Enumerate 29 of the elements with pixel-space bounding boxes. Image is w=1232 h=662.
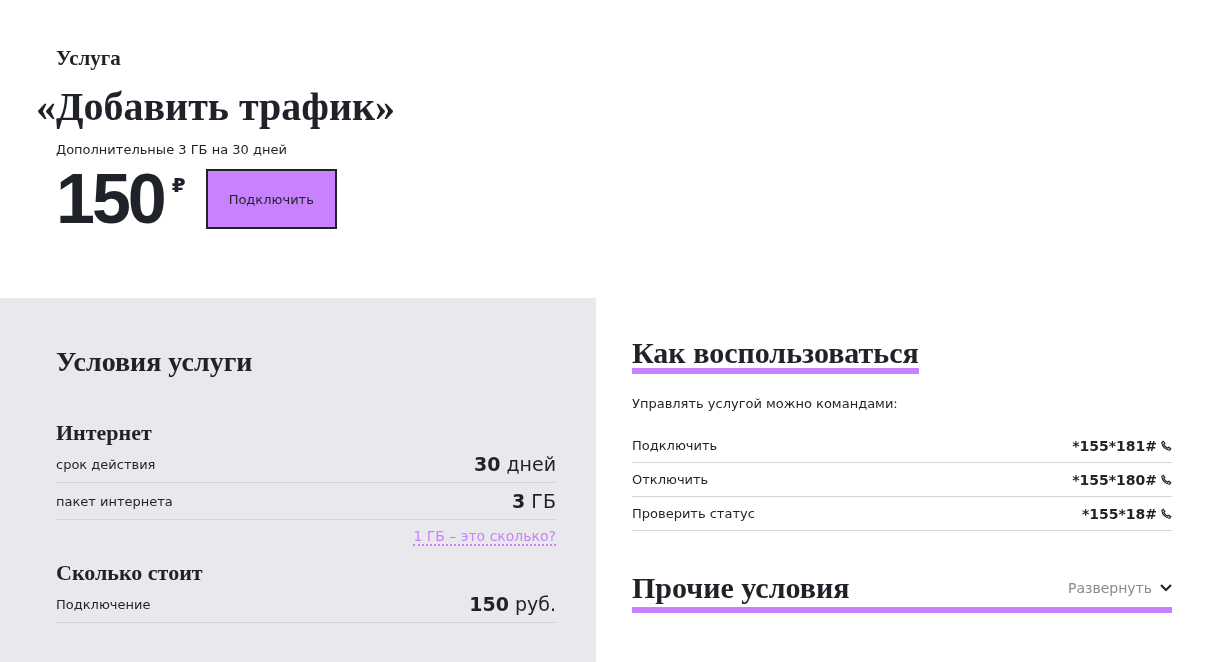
ussd-code: *155*18# (1081, 505, 1157, 522)
other-title: Прочие условия (632, 571, 850, 605)
service-title: «Добавить трафик» (36, 83, 397, 130)
condition-value: 3 ГБ (512, 490, 556, 512)
group-title: Сколько стоит (56, 560, 204, 586)
currency-sign: ₽ (171, 173, 186, 197)
condition-value: 150 руб. (469, 593, 556, 615)
condition-label: Подключение (56, 596, 151, 612)
group-title: Интернет (56, 420, 153, 446)
service-label: Услуга (56, 46, 122, 71)
condition-label: пакет интернета (56, 493, 173, 509)
phone-icon (1160, 439, 1172, 452)
command-label: Отключить (632, 472, 709, 487)
info-link[interactable]: 1 ГБ – это сколько? (413, 528, 556, 546)
command-label: Подключить (632, 438, 718, 453)
ussd-code: *155*181# (1072, 437, 1157, 454)
expand-toggle[interactable]: Развернуть (1067, 580, 1172, 596)
chevron-icon (1160, 584, 1172, 592)
price: 150 (56, 167, 164, 231)
phone-icon (1160, 473, 1172, 486)
condition-value: 30 дней (473, 453, 556, 475)
usage-intro: Управлять услугой можно командами: (632, 396, 899, 411)
command-label: Проверить статус (632, 506, 755, 521)
phone-icon (1160, 507, 1172, 520)
service-description: Дополнительные 3 ГБ на 30 дней (56, 142, 288, 157)
connect-button[interactable]: Подключить (205, 169, 337, 229)
conditions-title: Условия услуги (56, 346, 254, 378)
ussd-code: *155*180# (1072, 471, 1157, 488)
condition-label: срок действия (56, 456, 156, 472)
